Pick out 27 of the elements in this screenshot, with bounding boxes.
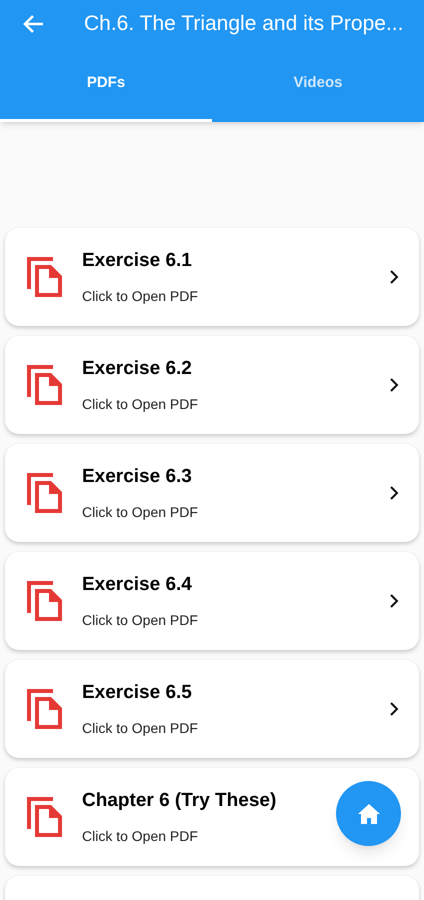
pdf-list-item[interactable]: Exercise 6.4 Click to Open PDF bbox=[5, 552, 419, 650]
pdf-list-item[interactable]: Exercise 6.5 Click to Open PDF bbox=[5, 660, 419, 758]
pdf-list-item[interactable]: Exercise 6.1 Click to Open PDF bbox=[5, 228, 419, 326]
home-icon bbox=[356, 802, 380, 824]
page-title: Ch.6. The Triangle and its Prope... bbox=[84, 11, 404, 38]
item-subtitle: Click to Open PDF bbox=[82, 826, 198, 846]
files-icon bbox=[27, 581, 63, 621]
item-title: Exercise 6.5 bbox=[82, 681, 192, 706]
files-icon bbox=[27, 257, 63, 297]
item-subtitle: Click to Open PDF bbox=[82, 394, 198, 414]
files-icon bbox=[27, 689, 63, 729]
item-subtitle: Click to Open PDF bbox=[82, 718, 198, 738]
files-icon bbox=[27, 473, 63, 513]
back-arrow-icon bbox=[22, 14, 44, 34]
item-subtitle: Click to Open PDF bbox=[82, 610, 198, 630]
item-title: Exercise 6.3 bbox=[82, 465, 192, 490]
files-icon bbox=[27, 797, 63, 837]
pdf-list-item[interactable]: Exercise 6.3 Click to Open PDF bbox=[5, 444, 419, 542]
item-subtitle: Click to Open PDF bbox=[82, 502, 198, 522]
item-title: Exercise 6.2 bbox=[82, 357, 192, 382]
pdf-list-item[interactable]: Exercise 6.2 Click to Open PDF bbox=[5, 336, 419, 434]
item-title: Exercise 6.1 bbox=[82, 249, 192, 274]
pdf-list-item[interactable]: Chapter 6 (Try These) Click to Open PDF bbox=[5, 768, 419, 866]
item-title: Exercise 6.4 bbox=[82, 573, 192, 598]
item-subtitle: Click to Open PDF bbox=[82, 286, 198, 306]
item-title: Chapter 6 (Try These) bbox=[82, 789, 276, 814]
files-icon bbox=[27, 365, 63, 405]
